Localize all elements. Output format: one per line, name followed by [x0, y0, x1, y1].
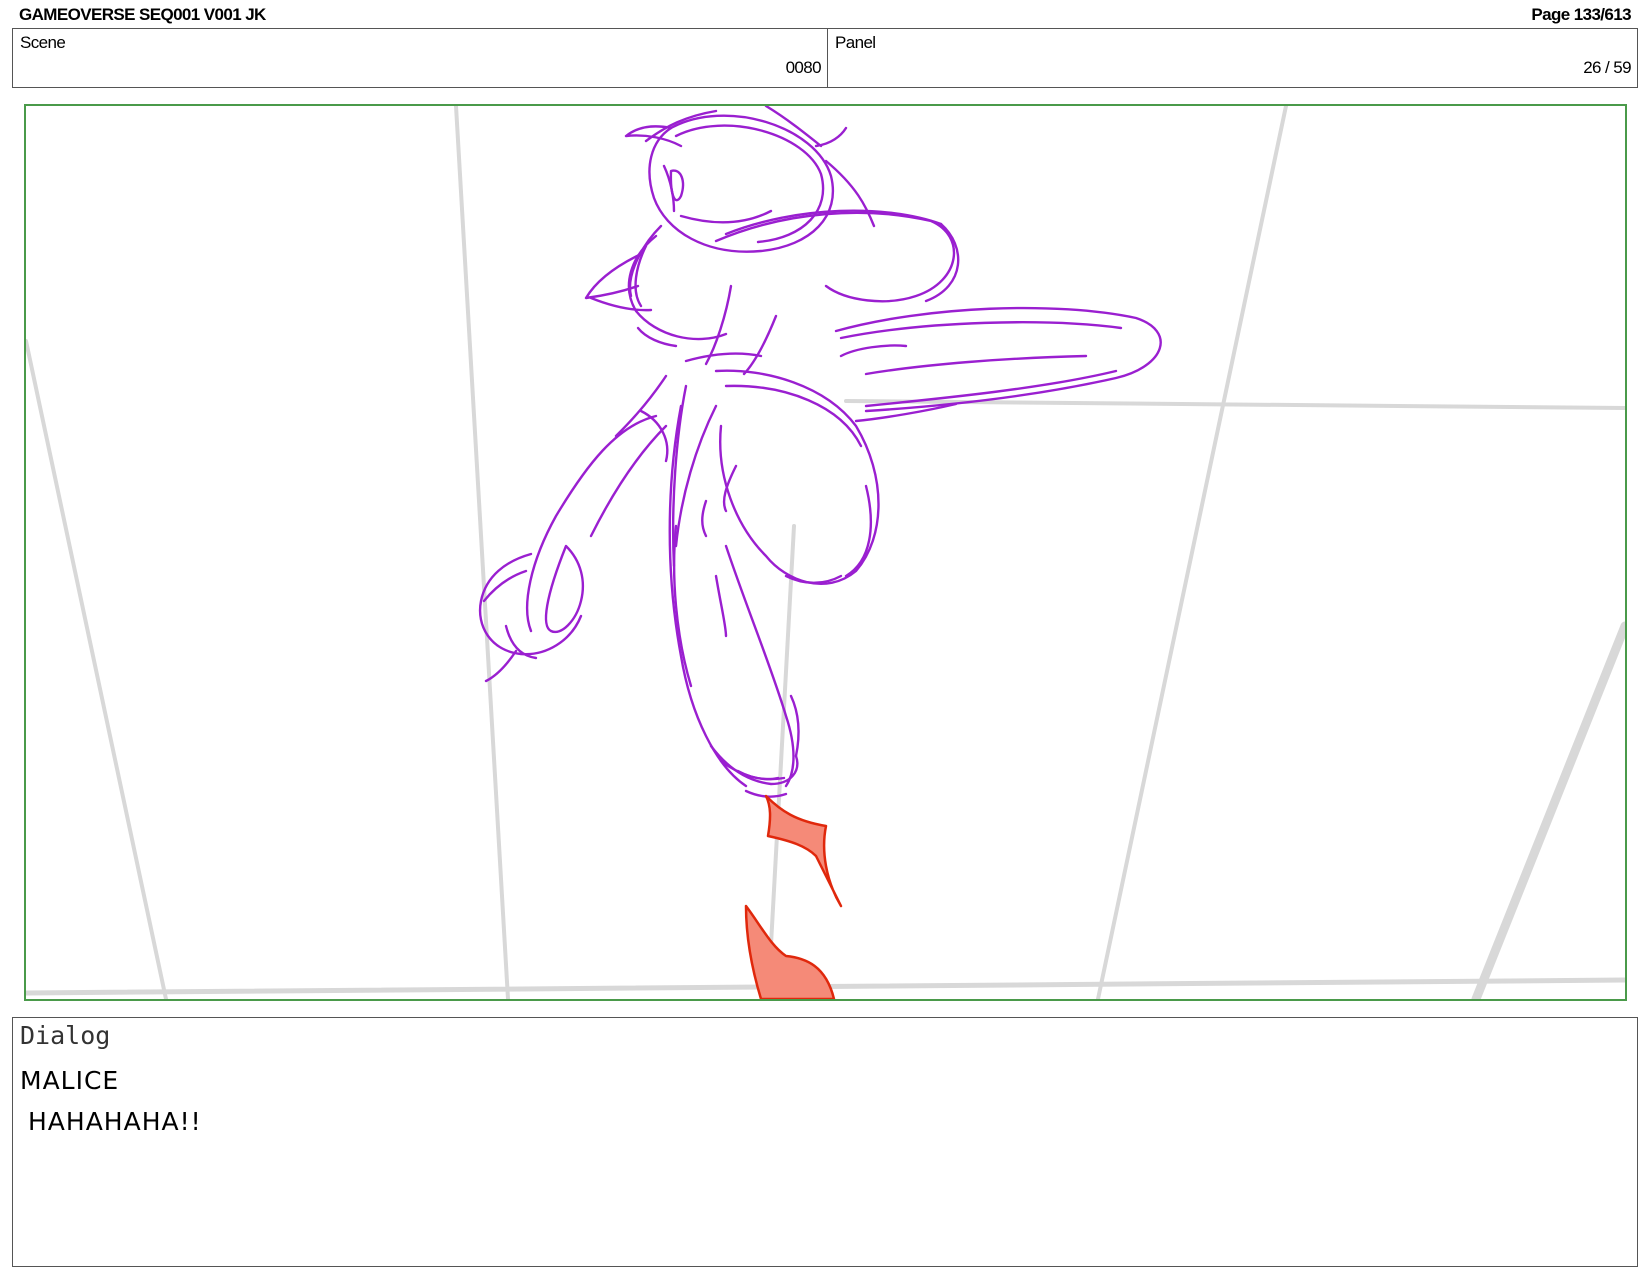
grid-line: [1471, 621, 1625, 999]
storyboard-panel: [24, 104, 1627, 1001]
character-sketch: [478, 106, 1162, 798]
scene-number: 0080: [785, 58, 822, 77]
dialog-speaker: MALICE: [20, 1066, 120, 1095]
dialog-line: HAHAHAHA!!: [28, 1107, 202, 1136]
scene-label: Scene: [20, 33, 66, 52]
storyboard-drawing: [26, 106, 1625, 999]
fire-shape: [744, 904, 836, 999]
grid-line: [766, 524, 796, 999]
panel-cell: Panel 26 / 59: [828, 29, 1637, 87]
scene-panel-info: Scene 0080 Panel 26 / 59: [12, 28, 1638, 88]
document-title: GAMEOVERSE SEQ001 V001 JK: [19, 5, 266, 24]
page-number: Page 133/613: [1531, 5, 1631, 24]
grid-line: [26, 339, 168, 999]
scene-cell: Scene 0080: [13, 29, 828, 87]
panel-number: 26 / 59: [1583, 58, 1631, 77]
grid-line: [1096, 106, 1288, 999]
grid-line: [454, 106, 510, 999]
fire-effect: [744, 794, 843, 999]
dialog-section: Dialog MALICE HAHAHAHA!!: [12, 1017, 1638, 1267]
panel-label: Panel: [835, 33, 876, 52]
dialog-label: Dialog: [20, 1021, 111, 1050]
